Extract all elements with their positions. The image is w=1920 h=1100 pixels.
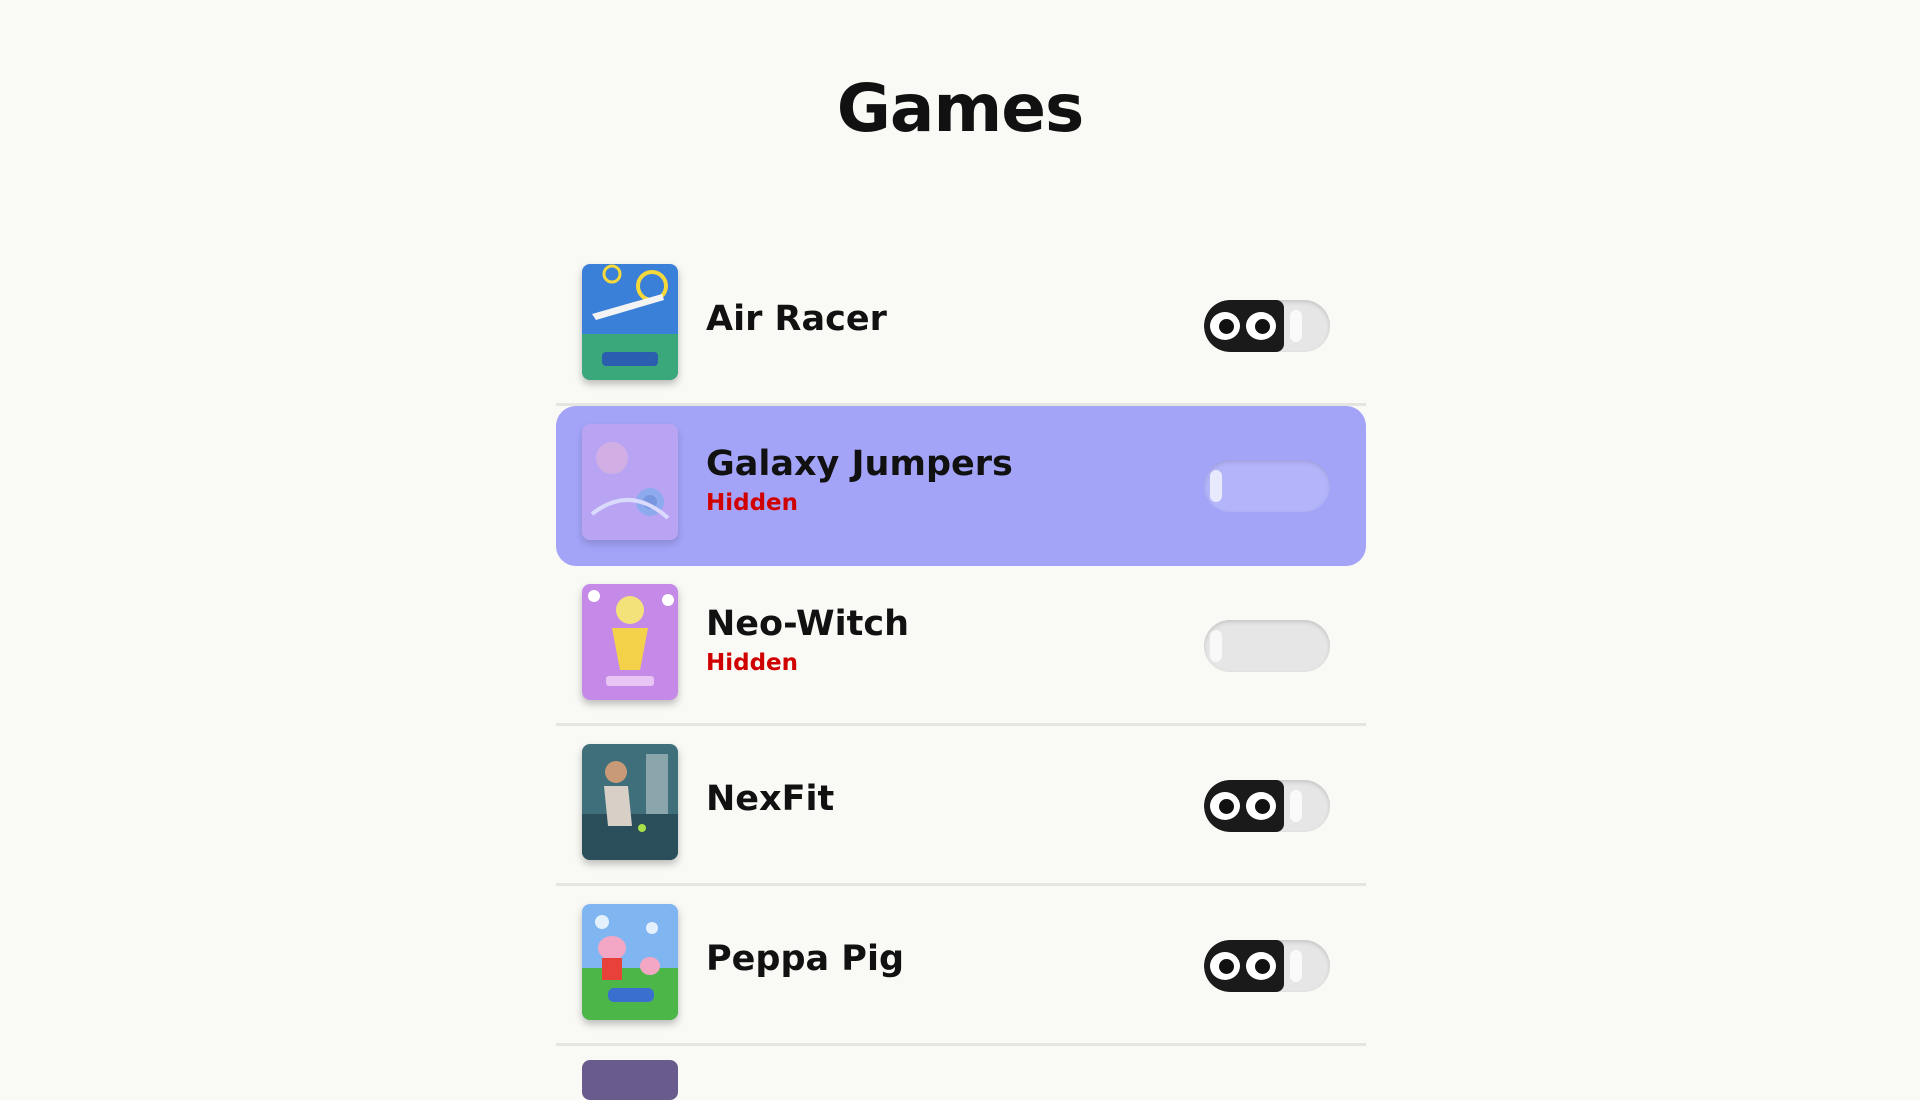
visibility-toggle[interactable] [1204,620,1330,672]
eye-icon [1210,312,1240,340]
toggle-knob [1210,630,1222,662]
eye-icon [1246,312,1276,340]
visibility-toggle[interactable] [1204,460,1330,512]
galaxy-jumpers-thumbnail [582,424,678,540]
page-title: Games [836,70,1085,147]
visibility-toggle[interactable] [1204,780,1330,832]
hidden-status-label: Hidden [706,650,799,676]
eye-icon [1246,792,1276,820]
toggle-knob [1290,310,1302,342]
game-name: Peppa Pig [706,939,905,979]
game-row-air-racer[interactable]: Air Racer [556,246,1366,406]
peppa-pig-thumbnail [582,904,678,1020]
game-row-neo-witch[interactable]: Neo-Witch Hidden [556,566,1366,726]
game-name: NexFit [706,779,835,819]
air-racer-thumbnail [582,264,678,380]
games-list: Air Racer Galaxy Jumpers Hidden Neo-Witc… [556,246,1366,1046]
eye-icon [1246,952,1276,980]
visibility-toggle[interactable] [1204,940,1330,992]
neo-witch-thumbnail [582,584,678,700]
hidden-status-label: Hidden [706,490,799,516]
game-row-nexfit[interactable]: NexFit [556,726,1366,886]
toggle-knob [1290,790,1302,822]
game-name: Air Racer [706,299,887,339]
toggle-knob [1290,950,1302,982]
toggle-knob [1210,470,1222,502]
toggle-on-track [1204,940,1284,992]
game-name: Neo-Witch [706,604,910,644]
eye-icon [1210,952,1240,980]
game-name: Galaxy Jumpers [706,444,1013,484]
nexfit-thumbnail [582,744,678,860]
game-row-galaxy-jumpers[interactable]: Galaxy Jumpers Hidden [556,406,1366,566]
next-game-thumbnail-partial [582,1060,678,1100]
toggle-on-track [1204,300,1284,352]
eye-icon [1210,792,1240,820]
game-row-peppa-pig[interactable]: Peppa Pig [556,886,1366,1046]
toggle-on-track [1204,780,1284,832]
visibility-toggle[interactable] [1204,300,1330,352]
